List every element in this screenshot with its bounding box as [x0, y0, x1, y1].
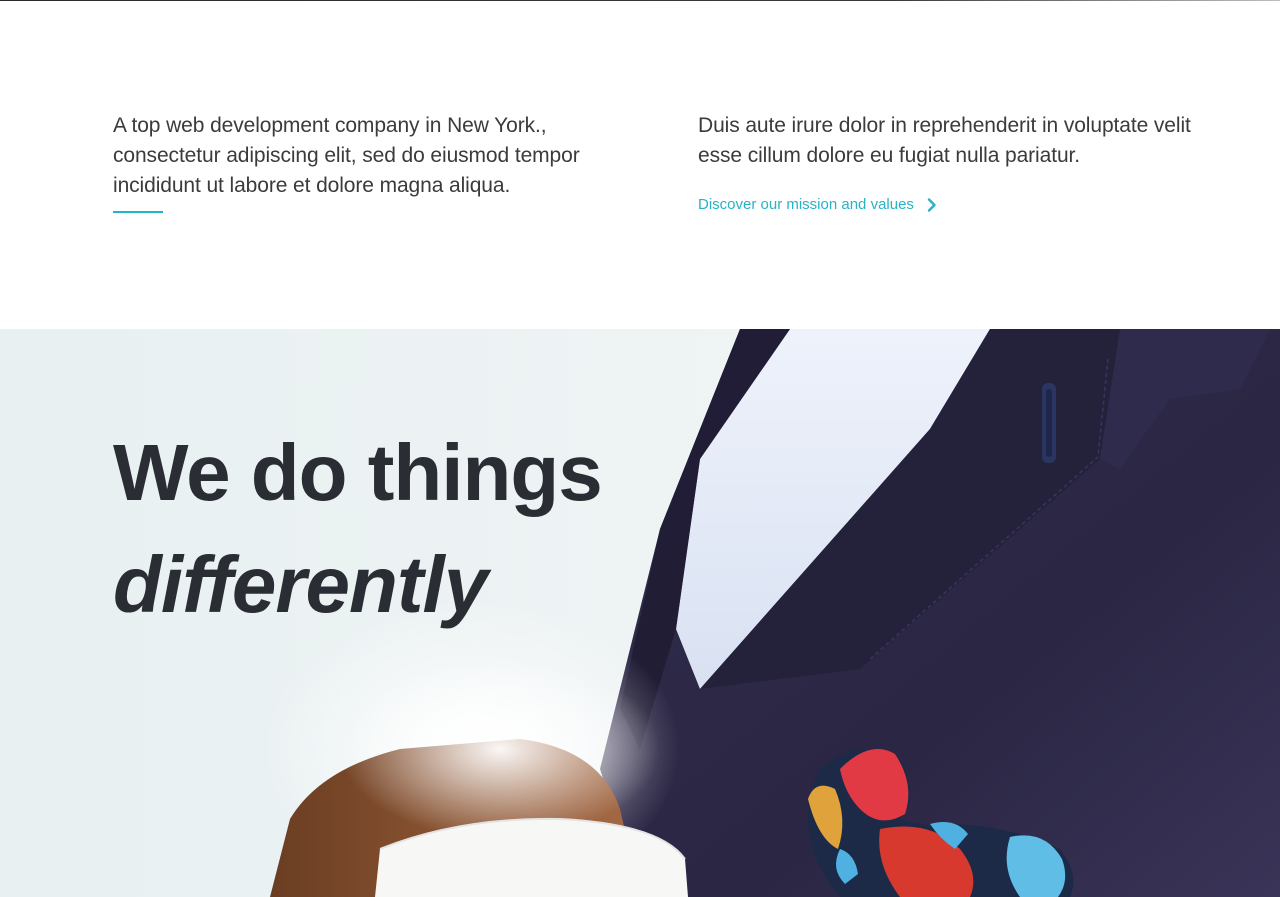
accent-underline: [113, 211, 163, 213]
intro-section: A top web development company in New Yor…: [0, 1, 1280, 329]
mission-values-link[interactable]: Discover our mission and values: [698, 196, 940, 213]
intro-lead-text: A top web development company in New Yor…: [113, 114, 580, 197]
hero-title-line1: We do things: [113, 428, 603, 517]
mission-link-label: Discover our mission and values: [698, 196, 914, 213]
intro-secondary-text: Duis aute irure dolor in reprehenderit i…: [698, 114, 1191, 167]
hero-section: We do things differently: [0, 329, 1280, 897]
hero-title: We do things differently: [113, 417, 603, 641]
intro-left-column: A top web development company in New Yor…: [113, 111, 633, 213]
intro-right-column: Duis aute irure dolor in reprehenderit i…: [698, 111, 1238, 213]
chevron-right-icon: [924, 197, 940, 213]
hero-title-line2: differently: [113, 540, 488, 629]
